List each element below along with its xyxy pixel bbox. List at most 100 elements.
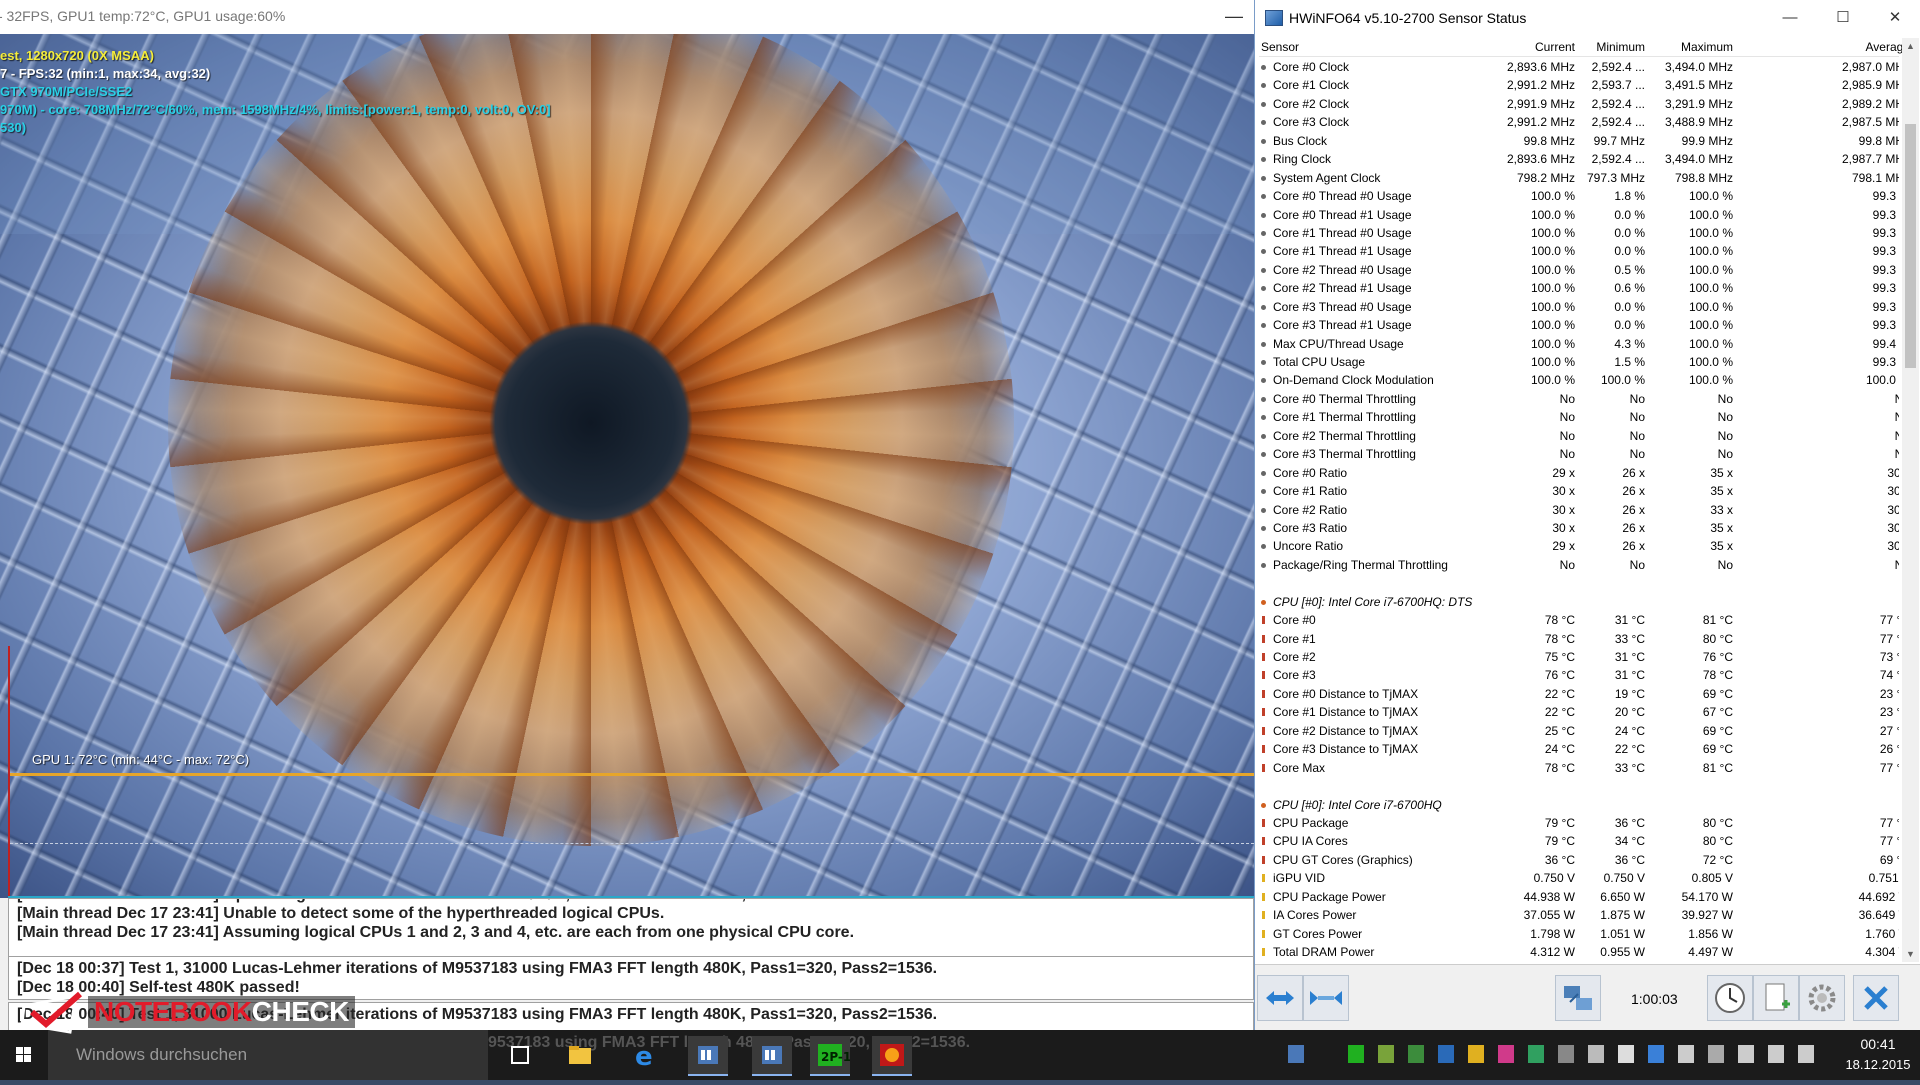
- tray-wifi-icon[interactable]: [1768, 1045, 1784, 1063]
- sensor-row[interactable]: Core #1 Thermal Throttling No No No No: [1259, 408, 1899, 426]
- clock-icon[interactable]: [1707, 975, 1753, 1021]
- tray-power-icon[interactable]: [1468, 1045, 1484, 1063]
- sensor-row[interactable]: On-Demand Clock Modulation 100.0 % 100.0 %…: [1259, 371, 1899, 389]
- hwinfo-taskbar-icon[interactable]: [688, 1036, 728, 1076]
- sensor-row[interactable]: Ring Clock 2,893.6 MHz 2,592.4 ... 3,494.0 …: [1259, 150, 1899, 168]
- col-maximum[interactable]: Maximum: [1681, 40, 1733, 54]
- sensor-row[interactable]: Core #3 Thermal Throttling No No No No: [1259, 445, 1899, 463]
- scroll-up-icon[interactable]: ▲: [1902, 38, 1919, 54]
- sensor-row[interactable]: Core #2 Thread #0 Usage 100.0 % 0.5 % 100.0…: [1259, 261, 1899, 279]
- sensor-row[interactable]: Core #3 Thread #0 Usage 100.0 % 0.0 % 100.0…: [1259, 298, 1899, 316]
- sensor-row[interactable]: Core #0 Distance to TjMAX 22 °C 19 °C 69 °C…: [1259, 685, 1899, 703]
- sensor-row[interactable]: Package/Ring Thermal Throttling No No No No: [1259, 556, 1899, 574]
- tray-k-icon[interactable]: [1618, 1045, 1634, 1063]
- sensor-row[interactable]: [1259, 777, 1899, 795]
- scroll-thumb[interactable]: [1905, 124, 1916, 368]
- close-x-icon[interactable]: [1853, 975, 1899, 1021]
- tray-hwinfo-icon[interactable]: [1288, 1045, 1304, 1063]
- tray-update-icon[interactable]: [1528, 1045, 1544, 1063]
- sensor-row[interactable]: Core #3 Ratio 30 x 26 x 35 x 30 x: [1259, 519, 1899, 537]
- sensor-row[interactable]: Core #1 Thread #0 Usage 100.0 % 0.0 % 100.0…: [1259, 224, 1899, 242]
- tray-keyboard-icon[interactable]: [1588, 1045, 1604, 1063]
- hwinfo-window[interactable]: HWiNFO64 v5.10-2700 Sensor Status — ☐ ✕ …: [1254, 0, 1920, 1031]
- sensor-row[interactable]: Core #2 Clock 2,991.9 MHz 2,592.4 ... 3,291…: [1259, 95, 1899, 113]
- clock-date[interactable]: 18.12.2015: [1838, 1057, 1918, 1072]
- network-icon[interactable]: [1555, 975, 1601, 1021]
- col-minimum[interactable]: Minimum: [1596, 40, 1645, 54]
- sensor-row[interactable]: Core #0 78 °C 31 °C 81 °C 77 °C: [1259, 611, 1899, 629]
- sensor-row[interactable]: CPU Package Power 44.938 W 6.650 W 54.170 W…: [1259, 888, 1899, 906]
- sensor-row[interactable]: Core #0 Thread #0 Usage 100.0 % 1.8 % 100.0…: [1259, 187, 1899, 205]
- furmark-titlebar[interactable]: - 32FPS, GPU1 temp:72°C, GPU1 usage:60% …: [0, 0, 1254, 35]
- hwinfo-titlebar[interactable]: HWiNFO64 v5.10-2700 Sensor Status — ☐ ✕: [1255, 0, 1920, 36]
- sensor-row[interactable]: Total CPU Usage 100.0 % 1.5 % 100.0 % 99.3 %: [1259, 353, 1899, 371]
- sensor-row[interactable]: Core #3 76 °C 31 °C 78 °C 74 °C: [1259, 666, 1899, 684]
- maximize-button[interactable]: ☐: [1823, 6, 1863, 30]
- sensor-row[interactable]: IA Cores Power 37.055 W 1.875 W 39.927 W 36.…: [1259, 906, 1899, 924]
- settings-gear-icon[interactable]: [1799, 975, 1845, 1021]
- sensor-table-body[interactable]: Core #0 Clock 2,893.6 MHz 2,592.4 ... 3,494…: [1259, 58, 1899, 962]
- furmark-window[interactable]: - 32FPS, GPU1 temp:72°C, GPU1 usage:60% …: [0, 0, 1254, 898]
- sensor-row[interactable]: [1259, 574, 1899, 592]
- sensor-row[interactable]: CPU GT Cores (Graphics) 36 °C 36 °C 72 °C 69…: [1259, 851, 1899, 869]
- edge-browser-icon[interactable]: e: [624, 1036, 664, 1074]
- expand-arrows-icon[interactable]: [1257, 975, 1303, 1021]
- vertical-scrollbar[interactable]: ▲ ▼: [1902, 38, 1919, 962]
- sensor-row[interactable]: Core #1 Distance to TjMAX 22 °C 20 °C 67 °C…: [1259, 703, 1899, 721]
- scroll-down-icon[interactable]: ▼: [1902, 946, 1919, 962]
- sensor-row[interactable]: Core #2 75 °C 31 °C 76 °C 73 °C: [1259, 648, 1899, 666]
- minimize-button[interactable]: —: [1770, 6, 1810, 30]
- sensor-row[interactable]: Core #2 Thread #1 Usage 100.0 % 0.6 % 100.0…: [1259, 279, 1899, 297]
- tray-volume-icon[interactable]: [1738, 1045, 1754, 1063]
- sensor-row[interactable]: Core #2 Distance to TjMAX 25 °C 24 °C 69 °C…: [1259, 722, 1899, 740]
- tray-network-icon[interactable]: [1438, 1045, 1454, 1063]
- sensor-group-header[interactable]: CPU [#0]: Intel Core i7-6700HQ: [1259, 796, 1899, 814]
- sensor-row[interactable]: Core #0 Clock 2,893.6 MHz 2,592.4 ... 3,494…: [1259, 58, 1899, 76]
- sensor-row[interactable]: System Agent Clock 798.2 MHz 797.3 MHz 798.…: [1259, 169, 1899, 187]
- tray-language-icon[interactable]: [1798, 1045, 1814, 1063]
- tray-prime95-icon[interactable]: [1348, 1045, 1364, 1063]
- tray-color-icon[interactable]: [1498, 1045, 1514, 1063]
- sensor-row[interactable]: Core #3 Distance to TjMAX 24 °C 22 °C 69 °C…: [1259, 740, 1899, 758]
- tray-nvidia-icon[interactable]: [1378, 1045, 1394, 1063]
- col-sensor[interactable]: Sensor: [1261, 40, 1299, 54]
- furmark-taskbar-icon[interactable]: [872, 1036, 912, 1076]
- tray-app-icon[interactable]: [1408, 1045, 1424, 1063]
- sensor-row[interactable]: Bus Clock 99.8 MHz 99.7 MHz 99.9 MHz 99.8 MH…: [1259, 132, 1899, 150]
- prime95-taskbar-icon[interactable]: 2P-1: [810, 1036, 851, 1076]
- sensor-row[interactable]: Core #3 Clock 2,991.2 MHz 2,592.4 ... 3,488…: [1259, 113, 1899, 131]
- sensor-row[interactable]: Total DRAM Power 4.312 W 0.955 W 4.497 W 4.3…: [1259, 943, 1899, 961]
- sensor-row[interactable]: Core #0 Ratio 29 x 26 x 35 x 30 x: [1259, 464, 1899, 482]
- task-view-icon[interactable]: [500, 1036, 540, 1074]
- tray-battery-icon[interactable]: [1678, 1045, 1694, 1063]
- sensor-row[interactable]: Core #1 Ratio 30 x 26 x 35 x 30 x: [1259, 482, 1899, 500]
- clock-time[interactable]: 00:41: [1848, 1036, 1908, 1052]
- search-input[interactable]: Windows durchsuchen: [48, 1030, 488, 1080]
- sensor-row[interactable]: Max CPU/Thread Usage 100.0 % 4.3 % 100.0 % 9…: [1259, 335, 1899, 353]
- tray-display-icon[interactable]: [1558, 1045, 1574, 1063]
- close-button[interactable]: ✕: [1875, 6, 1915, 30]
- tray-bluetooth-icon[interactable]: [1648, 1045, 1664, 1063]
- collapse-arrows-icon[interactable]: [1303, 975, 1349, 1021]
- add-report-icon[interactable]: [1753, 975, 1799, 1021]
- sensor-row[interactable]: CPU IA Cores 79 °C 34 °C 80 °C 77 °C: [1259, 832, 1899, 850]
- sensor-row[interactable]: Core #2 Thermal Throttling No No No No: [1259, 427, 1899, 445]
- sensor-row[interactable]: Core #0 Thermal Throttling No No No No: [1259, 390, 1899, 408]
- sensor-row[interactable]: CPU Package 79 °C 36 °C 80 °C 77 °C: [1259, 814, 1899, 832]
- sensor-row[interactable]: GT Cores Power 1.798 W 1.051 W 1.856 W 1.760…: [1259, 925, 1899, 943]
- sensor-row[interactable]: Core #1 78 °C 33 °C 80 °C 77 °C: [1259, 630, 1899, 648]
- sensor-row[interactable]: Core Max 78 °C 33 °C 81 °C 77 °C: [1259, 759, 1899, 777]
- sensor-group-header[interactable]: CPU [#0]: Intel Core i7-6700HQ: DTS: [1259, 593, 1899, 611]
- sensor-row[interactable]: Core #3 Thread #1 Usage 100.0 % 0.0 % 100.0…: [1259, 316, 1899, 334]
- hwinfo-sensors-taskbar-icon[interactable]: [752, 1036, 792, 1076]
- sensor-row[interactable]: Core #2 Ratio 30 x 26 x 33 x 30 x: [1259, 501, 1899, 519]
- sensor-row[interactable]: Core #1 Thread #1 Usage 100.0 % 0.0 % 100.0…: [1259, 242, 1899, 260]
- sensor-row[interactable]: Core #0 Thread #1 Usage 100.0 % 0.0 % 100.0…: [1259, 206, 1899, 224]
- col-current[interactable]: Current: [1535, 40, 1575, 54]
- file-explorer-icon[interactable]: [560, 1036, 600, 1074]
- sensor-row[interactable]: Core #1 Clock 2,991.2 MHz 2,593.7 ... 3,491…: [1259, 76, 1899, 94]
- sensor-row[interactable]: iGPU VID 0.750 V 0.750 V 0.805 V 0.751 V: [1259, 869, 1899, 887]
- sensor-row[interactable]: Uncore Ratio 29 x 26 x 35 x 30 x: [1259, 537, 1899, 555]
- minimize-button[interactable]: —: [1222, 4, 1246, 28]
- tray-brightness-icon[interactable]: [1708, 1045, 1724, 1063]
